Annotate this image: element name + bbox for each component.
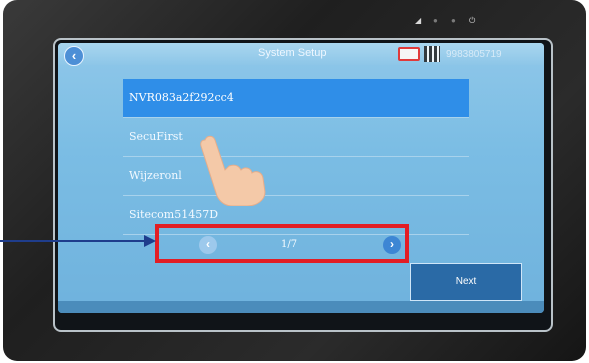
pointing-hand-icon bbox=[200, 135, 266, 206]
list-item-label: Sitecom51457D bbox=[129, 208, 219, 221]
page-title: System Setup bbox=[258, 47, 327, 59]
signal-icon: ◢ bbox=[415, 16, 422, 25]
led-icon: ● bbox=[433, 16, 438, 25]
power-icon[interactable]: ⏻ bbox=[469, 17, 477, 25]
chevron-left-icon: ‹ bbox=[71, 48, 77, 63]
list-item-label: NVR083a2f292cc4 bbox=[129, 91, 234, 104]
device-id-text: 9983805719 bbox=[446, 48, 502, 60]
annotation-arrow bbox=[0, 240, 146, 242]
list-item-label: SecuFirst bbox=[129, 130, 183, 143]
back-button[interactable]: ‹ bbox=[64, 46, 84, 66]
next-button[interactable]: Next bbox=[410, 263, 522, 301]
list-item[interactable]: SecuFirst bbox=[123, 118, 469, 157]
list-item[interactable]: Wijzeronl bbox=[123, 157, 469, 196]
network-status-icon bbox=[398, 47, 420, 61]
screen: ‹ System Setup 9983805719 NVR083a2f292cc… bbox=[58, 43, 544, 313]
list-item-label: Wijzeronl bbox=[129, 169, 182, 182]
list-item[interactable]: NVR083a2f292cc4 bbox=[123, 79, 469, 118]
pagination-highlight-box bbox=[155, 224, 409, 263]
arrow-head-icon bbox=[144, 235, 156, 247]
led-icon: ● bbox=[451, 16, 456, 25]
qr-code-icon[interactable] bbox=[424, 46, 440, 62]
wifi-network-list: NVR083a2f292cc4 SecuFirst Wijzeronl Site… bbox=[123, 79, 469, 235]
bottom-strip bbox=[58, 301, 544, 313]
device-info: 9983805719 bbox=[398, 46, 502, 62]
header-bar: ‹ System Setup 9983805719 bbox=[58, 43, 544, 66]
status-led-bar: ◢ ● ● ⏻ bbox=[415, 16, 477, 25]
